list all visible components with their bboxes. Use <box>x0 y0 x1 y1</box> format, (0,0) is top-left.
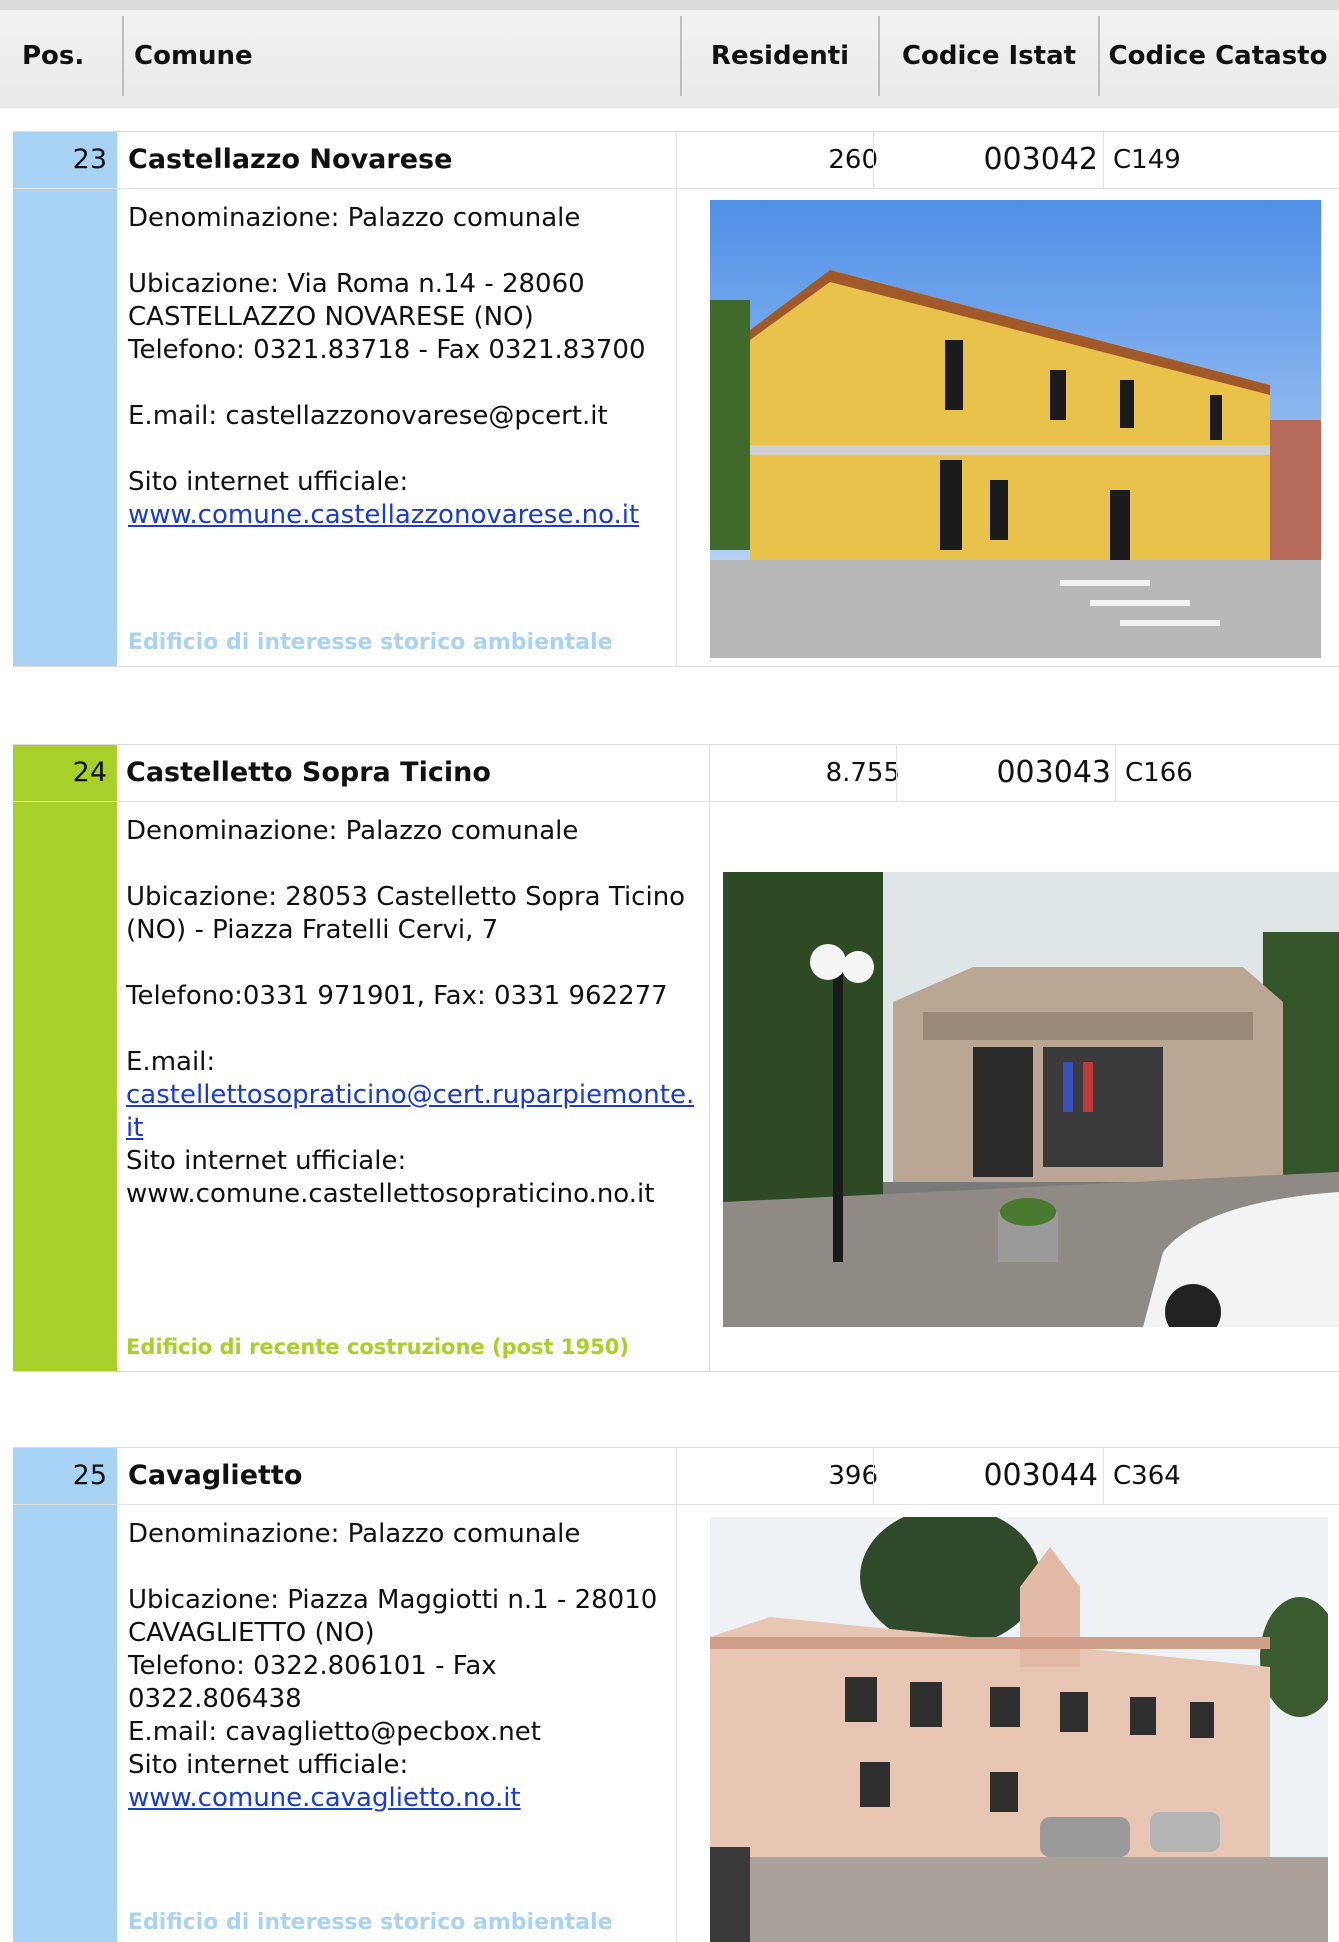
column-divider <box>709 745 710 1371</box>
telefono: Telefono:0331 971901, Fax: 0331 962277 <box>126 981 668 1011</box>
ubicazione: Ubicazione: Piazza Maggiotti n.1 - 28010… <box>128 1585 658 1648</box>
telefono: Telefono: 0322.806101 - Fax 0322.806438 <box>128 1651 497 1714</box>
website-link[interactable]: www.comune.castellazzonovarese.no.it <box>128 500 639 530</box>
denominazione: Denominazione: Palazzo comunale <box>126 816 579 846</box>
denominazione: Denominazione: Palazzo comunale <box>128 1519 581 1549</box>
color-strip: 23 <box>13 132 117 666</box>
town-hall-photo <box>710 200 1321 658</box>
comune-card-23: 23 Castellazzo Novarese 260 003042 C149 … <box>13 131 1339 667</box>
comune-details: Denominazione: Palazzo comunale Ubicazio… <box>128 1518 668 1815</box>
catasto-code: C364 <box>1113 1461 1181 1491</box>
ubicazione: Ubicazione: Via Roma n.14 - 28060 CASTEL… <box>128 269 585 332</box>
istat-code: 003042 <box>983 142 1098 177</box>
email: E.mail: castellazzonovarese@pcert.it <box>128 401 608 431</box>
website-link[interactable]: www.comune.cavaglietto.no.it <box>128 1783 521 1813</box>
comune-name: Castellazzo Novarese <box>128 144 453 175</box>
column-divider <box>896 745 897 801</box>
header-comune: Comune <box>134 41 253 71</box>
comune-details: Denominazione: Palazzo comunale Ubicazio… <box>128 202 668 532</box>
building-category: Edificio di recente costruzione (post 19… <box>126 1335 629 1359</box>
sito-label: Sito internet ufficiale: <box>128 1750 409 1780</box>
column-divider <box>873 1448 874 1504</box>
ubicazione: Ubicazione: 28053 Castelletto Sopra Tici… <box>126 882 686 945</box>
comune-card-24: 24 Castelletto Sopra Ticino 8.755 003043… <box>13 744 1339 1372</box>
header-catasto: Codice Catasto <box>1108 41 1328 71</box>
column-divider <box>1115 745 1116 801</box>
column-divider <box>676 132 677 666</box>
header-istat: Codice Istat <box>901 41 1077 71</box>
town-hall-photo <box>723 872 1339 1327</box>
column-divider <box>873 132 874 188</box>
sito-label: Sito internet ufficiale: <box>126 1146 407 1176</box>
column-divider <box>1103 132 1104 188</box>
email: E.mail: cavaglietto@pecbox.net <box>128 1717 541 1747</box>
town-hall-photo <box>710 1517 1328 1942</box>
catasto-code: C166 <box>1125 758 1193 788</box>
header-residenti: Residenti <box>710 41 850 71</box>
email-label: E.mail: <box>126 1047 216 1077</box>
header-divider <box>122 16 124 96</box>
column-divider <box>1103 1448 1104 1504</box>
email-link[interactable]: castellettosopraticino@cert.ruparpiemont… <box>126 1080 694 1143</box>
color-strip: 24 <box>13 745 117 1371</box>
comune-name: Cavaglietto <box>128 1460 303 1491</box>
comune-name: Castelletto Sopra Ticino <box>126 757 491 788</box>
comune-details: Denominazione: Palazzo comunale Ubicazio… <box>126 815 701 1211</box>
residents-value: 396 <box>828 1461 878 1491</box>
denominazione: Denominazione: Palazzo comunale <box>128 203 581 233</box>
header-pos: Pos. <box>22 41 85 71</box>
istat-code: 003043 <box>996 755 1111 790</box>
header-divider <box>1098 16 1100 96</box>
table-header: Pos. Comune Residenti Codice Istat Codic… <box>0 0 1339 108</box>
comune-card-25: 25 Cavaglietto 396 003044 C364 Denominaz… <box>13 1447 1339 1942</box>
column-divider <box>676 1448 677 1942</box>
istat-code: 003044 <box>983 1458 1098 1493</box>
building-category: Edificio di interesse storico ambientale <box>128 1910 613 1935</box>
residents-value: 8.755 <box>825 758 900 788</box>
building-category: Edificio di interesse storico ambientale <box>128 630 613 655</box>
catasto-code: C149 <box>1113 145 1181 175</box>
sito-label: Sito internet ufficiale: <box>128 467 409 497</box>
color-strip: 25 <box>13 1448 117 1942</box>
residents-value: 260 <box>828 145 878 175</box>
website-text: www.comune.castellettosopraticino.no.it <box>126 1179 655 1209</box>
telefono: Telefono: 0321.83718 - Fax 0321.83700 <box>128 335 646 365</box>
